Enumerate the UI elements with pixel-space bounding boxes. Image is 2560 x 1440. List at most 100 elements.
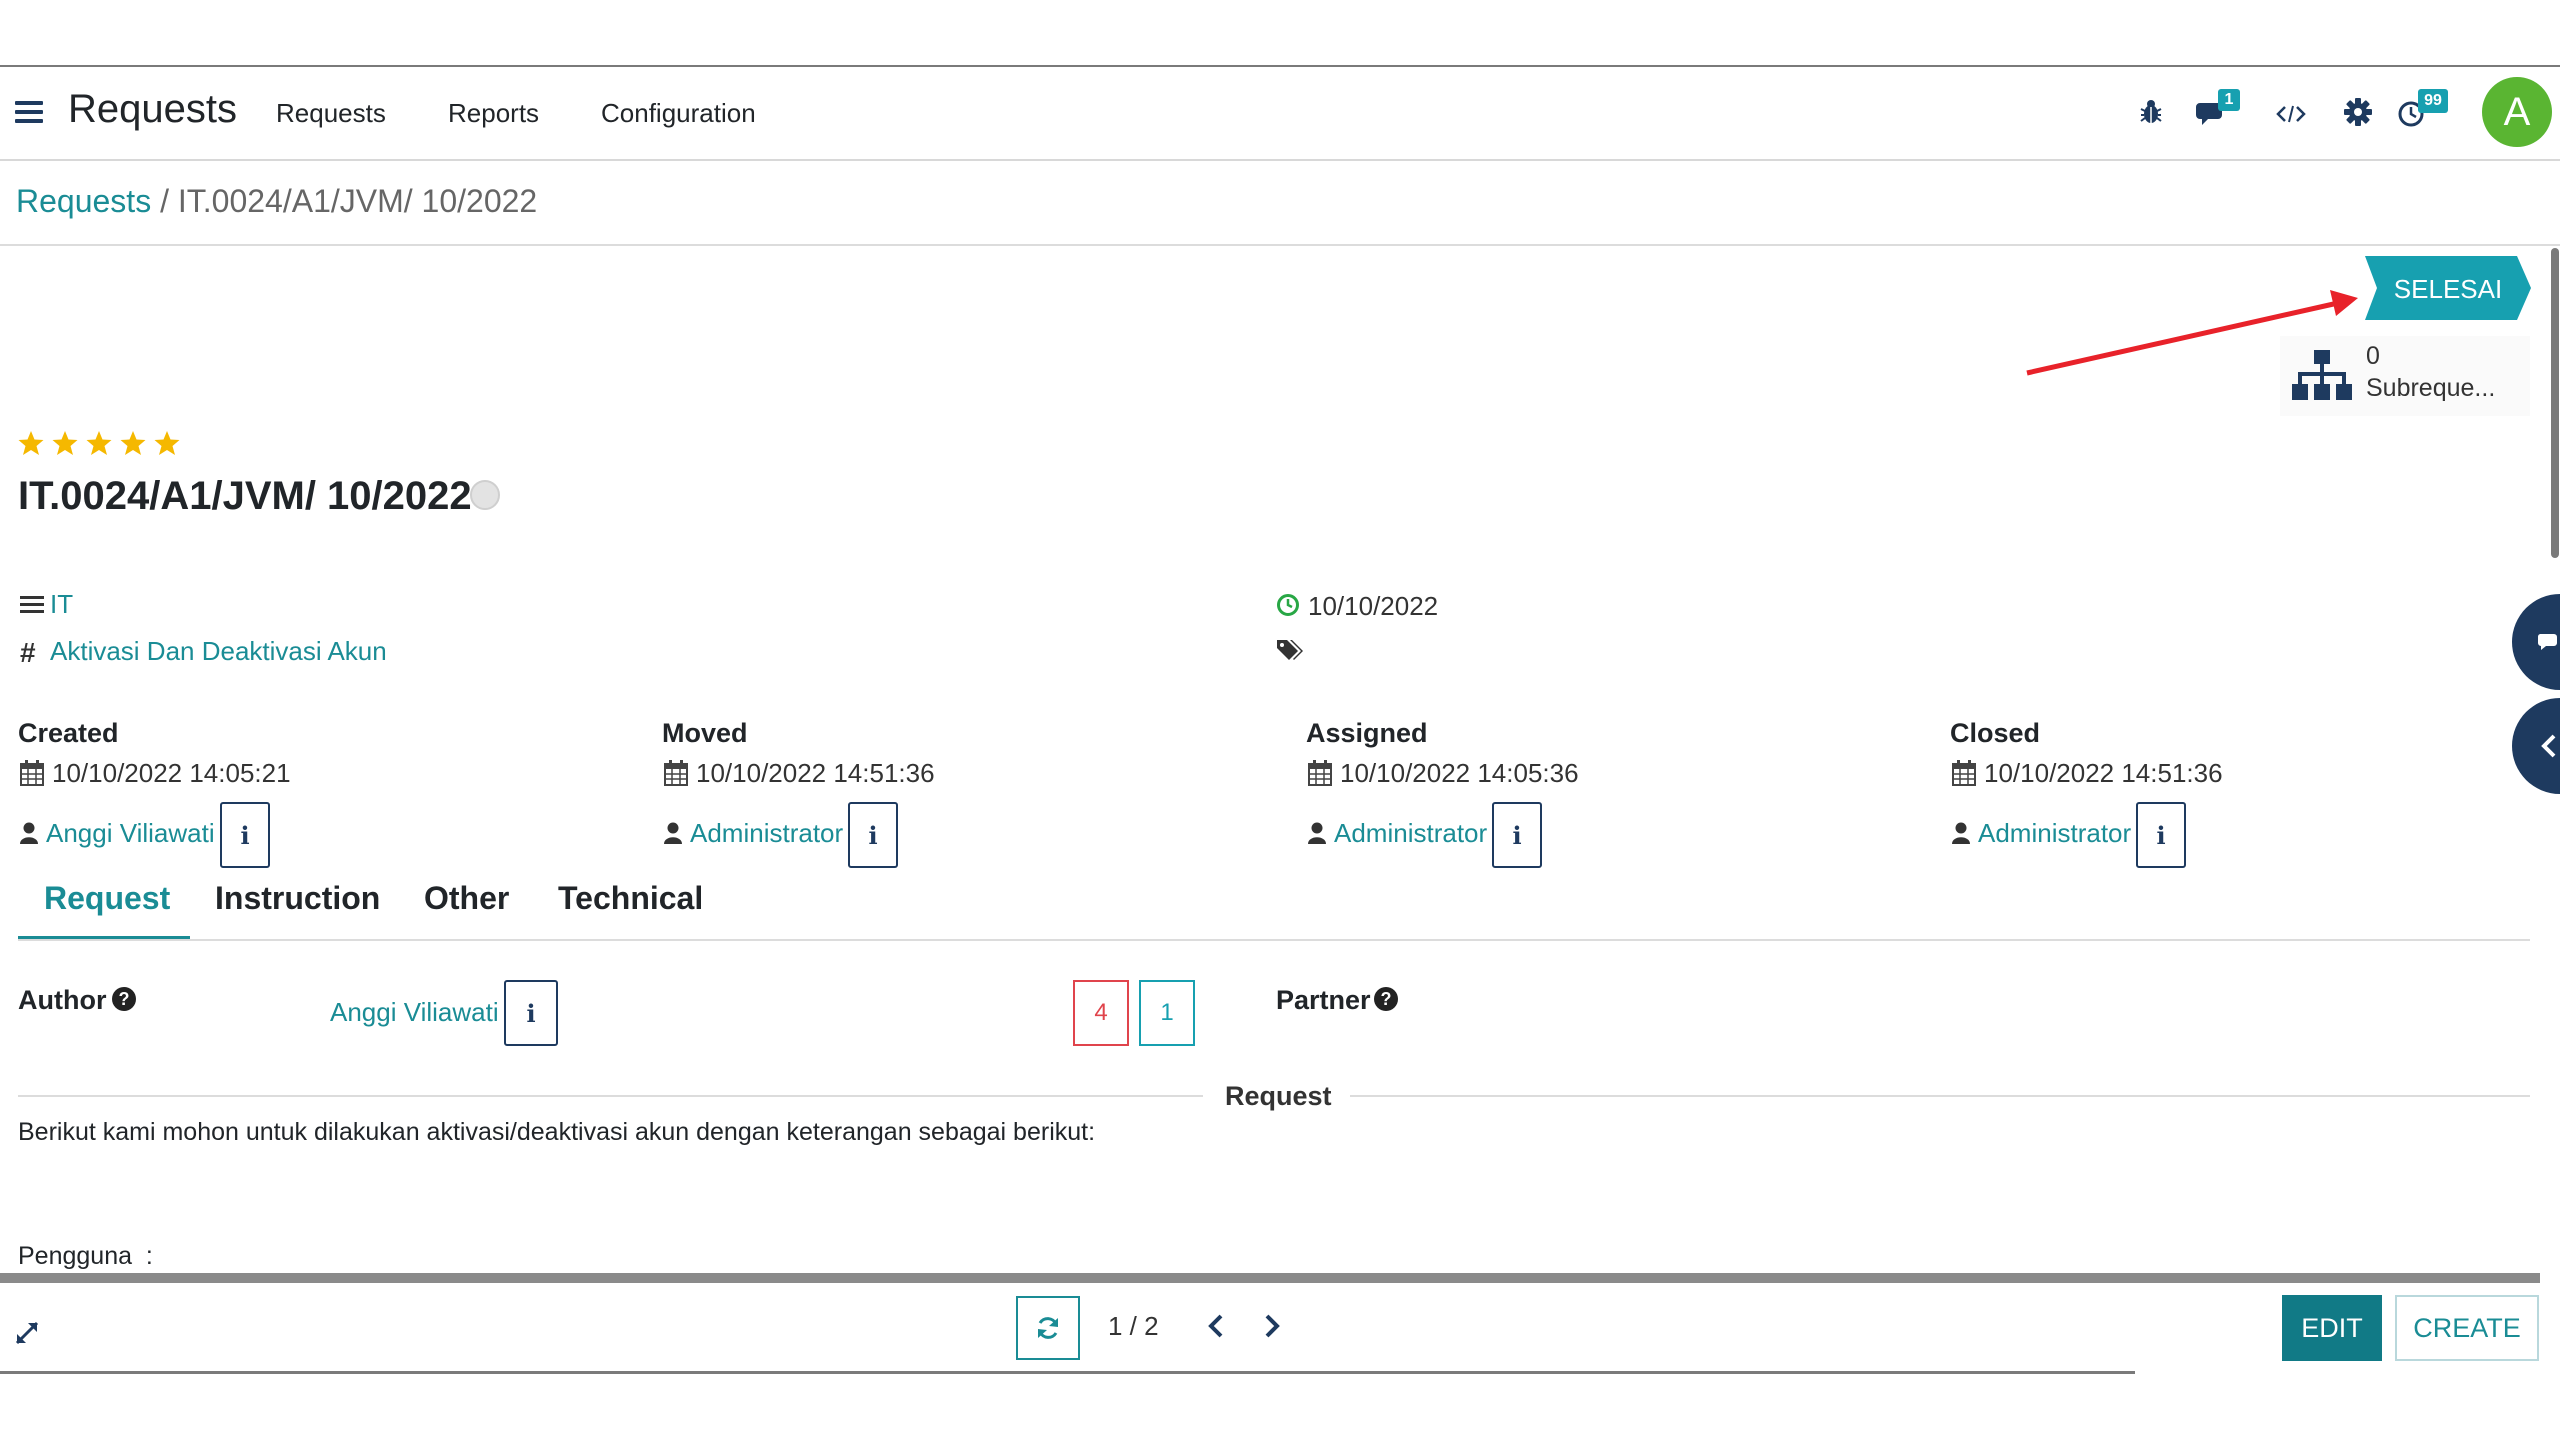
star-icon bbox=[154, 431, 180, 455]
user-icon bbox=[1308, 822, 1326, 849]
tab-other[interactable]: Other bbox=[424, 880, 509, 917]
navbar: Requests Requests Reports Configuration … bbox=[0, 67, 2560, 161]
timeline-label: Created bbox=[18, 718, 119, 748]
chevron-left-icon bbox=[2541, 734, 2556, 758]
user-info-button[interactable]: i bbox=[1492, 802, 1542, 868]
timeline-assigned: Assigned 10/10/2022 14:05:36 Administrat… bbox=[1306, 718, 1926, 868]
user-icon bbox=[20, 822, 38, 849]
request-body-line: Berikut kami mohon untuk dilakukan aktiv… bbox=[18, 1118, 1096, 1146]
breadcrumb-root-link[interactable]: Requests bbox=[16, 183, 151, 219]
timeline-label: Closed bbox=[1950, 718, 2041, 748]
tab-technical[interactable]: Technical bbox=[558, 880, 703, 917]
chat-badge: 1 bbox=[2218, 89, 2240, 111]
calendar-icon bbox=[1952, 760, 1976, 791]
timeline-user-link[interactable]: Administrator bbox=[1334, 818, 1487, 849]
activity-badge: 99 bbox=[2418, 89, 2448, 113]
pager-next-button[interactable] bbox=[1262, 1313, 1286, 1341]
user-info-button[interactable]: i bbox=[220, 802, 270, 868]
stage-selesai-button[interactable]: SELESAI bbox=[2365, 256, 2531, 320]
horizontal-scrollbar[interactable] bbox=[0, 1273, 2540, 1283]
app-title[interactable]: Requests bbox=[68, 87, 237, 132]
create-button[interactable]: CREATE bbox=[2395, 1295, 2539, 1361]
section-line-right bbox=[1350, 1095, 2530, 1097]
count-blue-value: 1 bbox=[1160, 999, 1174, 1026]
timeline-user-link[interactable]: Anggi Viliawati bbox=[46, 818, 215, 849]
help-icon[interactable]: ? bbox=[1374, 987, 1398, 1011]
count-blue-badge[interactable]: 1 bbox=[1139, 980, 1195, 1046]
author-link[interactable]: Anggi Viliawati bbox=[330, 997, 499, 1028]
menu-configuration[interactable]: Configuration bbox=[601, 98, 756, 129]
help-icon[interactable]: ? bbox=[112, 987, 136, 1011]
user-icon bbox=[1952, 822, 1970, 849]
breadcrumb-current: IT.0024/A1/JVM/ 10/2022 bbox=[177, 183, 538, 219]
pager-value[interactable]: 1 / 2 bbox=[1108, 1311, 1159, 1342]
bottom-divider bbox=[0, 1371, 2135, 1374]
avatar-letter: A bbox=[2503, 90, 2531, 134]
timeline-date: 10/10/2022 14:05:21 bbox=[52, 758, 291, 788]
timeline-user-link[interactable]: Administrator bbox=[1978, 818, 2131, 849]
subrequests-count: 0 bbox=[2366, 342, 2380, 370]
code-icon[interactable] bbox=[2274, 100, 2308, 128]
vertical-scrollbar[interactable] bbox=[2551, 248, 2559, 558]
deadline-clock-icon bbox=[1276, 593, 1300, 622]
tab-request[interactable]: Request bbox=[44, 880, 170, 917]
deadline-value: 10/10/2022 bbox=[1308, 591, 1439, 621]
category-link[interactable]: IT bbox=[50, 589, 73, 620]
breadcrumb-separator: / bbox=[151, 183, 178, 219]
timeline-moved: Moved 10/10/2022 14:51:36 Administrator … bbox=[662, 718, 1282, 868]
user-info-button[interactable]: i bbox=[2136, 802, 2186, 868]
pager-previous-button[interactable] bbox=[1206, 1313, 1230, 1341]
calendar-icon bbox=[20, 760, 44, 791]
star-icon bbox=[52, 431, 78, 455]
timeline-created: Created 10/10/2022 14:05:21 Anggi Viliaw… bbox=[18, 718, 638, 868]
sitemap-icon bbox=[2292, 350, 2352, 400]
activity-clock-icon[interactable]: 99 bbox=[2398, 89, 2448, 131]
side-panel-toggle-button[interactable] bbox=[2512, 698, 2560, 794]
timeline-label: Moved bbox=[662, 718, 748, 748]
chevron-left-icon bbox=[1208, 1314, 1223, 1338]
user-info-button[interactable]: i bbox=[848, 802, 898, 868]
stage-label: SELESAI bbox=[2393, 274, 2503, 304]
timeline-date: 10/10/2022 14:05:36 bbox=[1340, 758, 1579, 788]
star-icon bbox=[86, 431, 112, 455]
count-red-value: 4 bbox=[1094, 999, 1108, 1026]
calendar-icon bbox=[664, 760, 688, 791]
chatter-toggle-button[interactable] bbox=[2512, 594, 2560, 690]
timeline-label: Assigned bbox=[1306, 718, 1428, 748]
count-red-badge[interactable]: 4 bbox=[1073, 980, 1129, 1046]
menu-reports[interactable]: Reports bbox=[448, 98, 539, 129]
refresh-icon bbox=[1038, 1317, 1058, 1339]
star-icon bbox=[120, 431, 146, 455]
author-label: Author bbox=[18, 985, 107, 1015]
user-icon bbox=[664, 822, 682, 849]
subrequests-label: Subreque... bbox=[2366, 374, 2496, 402]
gear-icon[interactable] bbox=[2341, 95, 2375, 129]
tags-icon bbox=[1276, 638, 1306, 667]
timeline-user-link[interactable]: Administrator bbox=[690, 818, 843, 849]
breadcrumb: Requests / IT.0024/A1/JVM/ 10/2022 bbox=[0, 161, 2560, 246]
timeline-date: 10/10/2022 14:51:36 bbox=[696, 758, 935, 788]
chat-icon bbox=[2538, 634, 2557, 650]
star-icon bbox=[18, 431, 44, 455]
bug-icon[interactable] bbox=[2136, 95, 2166, 129]
author-info-button[interactable]: i bbox=[504, 980, 558, 1046]
timeline-date: 10/10/2022 14:51:36 bbox=[1984, 758, 2223, 788]
hamburger-menu-icon[interactable] bbox=[14, 97, 44, 127]
user-avatar[interactable]: A bbox=[2482, 77, 2552, 147]
kanban-state-circle[interactable] bbox=[470, 480, 500, 510]
subrequests-button[interactable]: 0 Subreque... bbox=[2280, 336, 2530, 416]
menu-requests[interactable]: Requests bbox=[276, 98, 386, 129]
chat-icon[interactable]: 1 bbox=[2196, 89, 2240, 131]
edit-button[interactable]: EDIT bbox=[2282, 1295, 2382, 1361]
record-title: IT.0024/A1/JVM/ 10/2022 bbox=[18, 474, 472, 518]
refresh-button[interactable] bbox=[1016, 1296, 1080, 1360]
tab-instruction[interactable]: Instruction bbox=[215, 880, 380, 917]
category-list-icon bbox=[20, 594, 44, 619]
chevron-right-icon bbox=[1265, 1314, 1280, 1338]
request-type-link[interactable]: Aktivasi Dan Deaktivasi Akun bbox=[50, 636, 387, 667]
hashtag-icon: # bbox=[20, 637, 36, 668]
expand-icon[interactable] bbox=[14, 1320, 40, 1351]
rating-stars[interactable] bbox=[18, 430, 188, 458]
calendar-icon bbox=[1308, 760, 1332, 791]
timeline-closed: Closed 10/10/2022 14:51:36 Administrator… bbox=[1950, 718, 2510, 868]
